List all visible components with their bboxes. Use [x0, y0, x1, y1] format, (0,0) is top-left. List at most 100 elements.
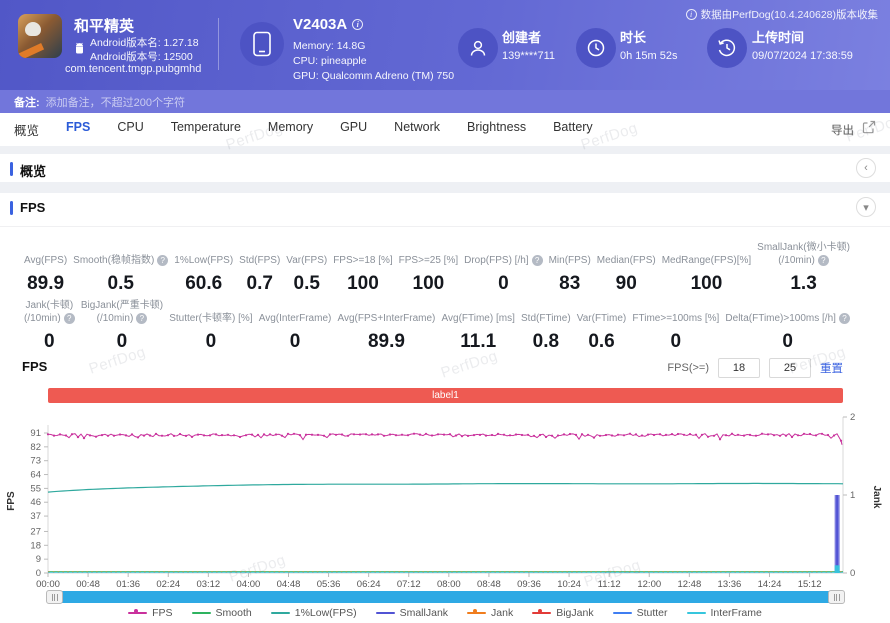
tab-gpu[interactable]: GPU	[340, 120, 367, 139]
upload-time-icon	[707, 28, 747, 68]
fps-threshold-input-1[interactable]	[718, 358, 760, 378]
fps-section-title: FPS	[20, 200, 46, 215]
collect-info-icon: i	[685, 9, 697, 20]
header-divider	[218, 18, 219, 70]
chart-range-slider[interactable]	[46, 590, 845, 604]
stat-label: Stutter(卡顿率) [%]	[169, 312, 253, 324]
stat-value: 90	[615, 273, 637, 294]
svg-text:04:00: 04:00	[237, 579, 261, 590]
legend-swatch	[375, 611, 395, 615]
app-icon-band	[18, 42, 45, 58]
stat-1-low-fps: 1%Low(FPS) 60.6	[174, 241, 233, 295]
legend-item-interframe[interactable]: InterFrame	[686, 607, 762, 619]
device-info-icon[interactable]: i	[352, 19, 364, 30]
tab-cpu[interactable]: CPU	[117, 120, 143, 139]
help-icon[interactable]: ?	[838, 313, 850, 325]
stat-jank-卡顿: Jank(卡顿) (/10min)? 0	[24, 299, 75, 353]
svg-text:06:24: 06:24	[357, 579, 381, 590]
tab-概览[interactable]: 概览	[14, 120, 39, 139]
svg-text:Jank: Jank	[871, 486, 882, 509]
export-button[interactable]: 导出	[831, 122, 854, 138]
stat-value: 0.6	[588, 331, 615, 352]
legend-label: BigJank	[556, 607, 594, 619]
duration-value: 0h 15m 52s	[620, 50, 678, 62]
fps-collapse-button[interactable]: ▾	[856, 197, 876, 217]
stat-value: 0	[670, 331, 682, 352]
legend-item-fps[interactable]: FPS	[128, 607, 173, 619]
stat-avg-interframe: Avg(InterFrame) 0	[259, 299, 332, 353]
chart-label-region[interactable]: label1	[48, 388, 843, 403]
stat-fps-18: FPS>=18 [%] 100	[333, 241, 392, 295]
legend-item-stutter[interactable]: Stutter	[612, 607, 668, 619]
svg-text:11:12: 11:12	[598, 579, 621, 590]
creator-value: 139****711	[502, 50, 556, 62]
stat-value: 0.8	[532, 331, 560, 352]
help-icon[interactable]: ?	[817, 255, 829, 267]
tab-temperature[interactable]: Temperature	[171, 120, 241, 139]
tab-memory[interactable]: Memory	[268, 120, 313, 139]
slider-handle-left[interactable]	[46, 590, 63, 604]
stat-value: 0	[44, 331, 55, 352]
svg-text:18: 18	[30, 540, 41, 551]
stat-label: BigJank(严重卡顿) (/10min)?	[80, 300, 164, 325]
fps-chart-title: FPS	[22, 359, 48, 374]
collect-info-text: 数据由PerfDog(10.4.240628)版本收集	[700, 9, 878, 21]
fps-threshold-input-2[interactable]	[769, 358, 811, 378]
stat-label: Drop(FPS) [/h]?	[464, 241, 543, 267]
stat-label: Var(FPS)	[286, 254, 328, 266]
stat-medrange-fps: MedRange(FPS)[%] 100	[662, 241, 751, 295]
legend-swatch	[532, 609, 552, 615]
fps-chart[interactable]: 0 9 18 27 37 46 55 64 73 82 91 0 1 2 FPS Jank 00:00 00:48…	[0, 405, 890, 590]
legend-item-1-low-fps[interactable]: 1%Low(FPS)	[270, 607, 357, 619]
svg-text:9: 9	[36, 554, 41, 565]
svg-text:10:24: 10:24	[557, 579, 581, 590]
overview-section: 概览 ‹	[0, 154, 890, 182]
svg-text:15:12: 15:12	[798, 579, 822, 590]
chart-legend: FPS Smooth 1%Low(FPS) SmallJank Jank BigJank S…	[0, 607, 890, 619]
legend-item-bigjank[interactable]: BigJank	[532, 607, 594, 619]
reset-button[interactable]: 重置	[820, 360, 843, 376]
fps-stats-row-2: Jank(卡顿) (/10min)? 0 BigJank(严重卡顿) (/10min)?…	[24, 299, 850, 353]
device-cpu: CPU: pineapple	[293, 55, 367, 67]
note-bar[interactable]: 备注: 添加备注，不超过200个字符	[0, 90, 890, 113]
tabs: 概览 FPS CPU Temperature Memory GPU Network Brigh…	[14, 120, 593, 139]
tab-network[interactable]: Network	[394, 120, 440, 139]
fps-section: FPS ▾ Avg(FPS) 89.9 Smooth(稳帧指数)? 0.5 1%Low(…	[0, 193, 890, 623]
help-icon[interactable]: ?	[63, 313, 75, 325]
android-version-code: Android版本号: 12500	[90, 50, 193, 63]
stat-value: 60.6	[185, 273, 223, 294]
stat-label: Smooth(稳帧指数)?	[73, 241, 169, 267]
fps-stats-row-1: Avg(FPS) 89.9 Smooth(稳帧指数)? 0.5 1%Low(FPS) 60…	[24, 241, 850, 295]
tab-battery[interactable]: Battery	[553, 120, 593, 139]
svg-text:05:36: 05:36	[317, 579, 341, 590]
legend-item-smooth[interactable]: Smooth	[191, 607, 252, 619]
stat-fps-25: FPS>=25 [%] 100	[399, 241, 458, 295]
stat-std-fps: Std(FPS) 0.7	[239, 241, 280, 295]
stat-value: 89.9	[367, 331, 405, 352]
help-icon[interactable]: ?	[136, 313, 148, 325]
svg-text:00:00: 00:00	[36, 579, 60, 590]
svg-text:73: 73	[30, 456, 41, 467]
svg-text:03:12: 03:12	[196, 579, 220, 590]
slider-handle-right[interactable]	[828, 590, 845, 604]
legend-item-smalljank[interactable]: SmallJank	[375, 607, 448, 619]
svg-text:0: 0	[36, 568, 41, 579]
export-icon[interactable]	[862, 120, 876, 139]
help-icon[interactable]: ?	[531, 255, 543, 267]
svg-text:64: 64	[30, 470, 41, 481]
tab-fps[interactable]: FPS	[66, 120, 90, 139]
stat-stutter-卡顿率: Stutter(卡顿率) [%] 0	[169, 299, 252, 353]
legend-item-jank[interactable]: Jank	[467, 607, 513, 619]
stat-label: Avg(FPS)	[24, 254, 68, 266]
help-icon[interactable]: ?	[157, 255, 169, 267]
app-icon-art	[25, 22, 41, 36]
legend-swatch	[191, 611, 211, 615]
tab-bar: 概览 FPS CPU Temperature Memory GPU Network Brigh…	[0, 113, 890, 146]
tab-brightness[interactable]: Brightness	[467, 120, 526, 139]
stat-label: 1%Low(FPS)	[174, 254, 234, 266]
stat-delta-ftime-100ms-h: Delta(FTime)>100ms [/h]? 0	[725, 299, 850, 353]
upload-time-value: 09/07/2024 17:38:59	[752, 50, 853, 62]
overview-collapse-button[interactable]: ‹	[856, 158, 876, 178]
stat-value: 0	[498, 273, 509, 294]
svg-text:0: 0	[850, 568, 855, 579]
